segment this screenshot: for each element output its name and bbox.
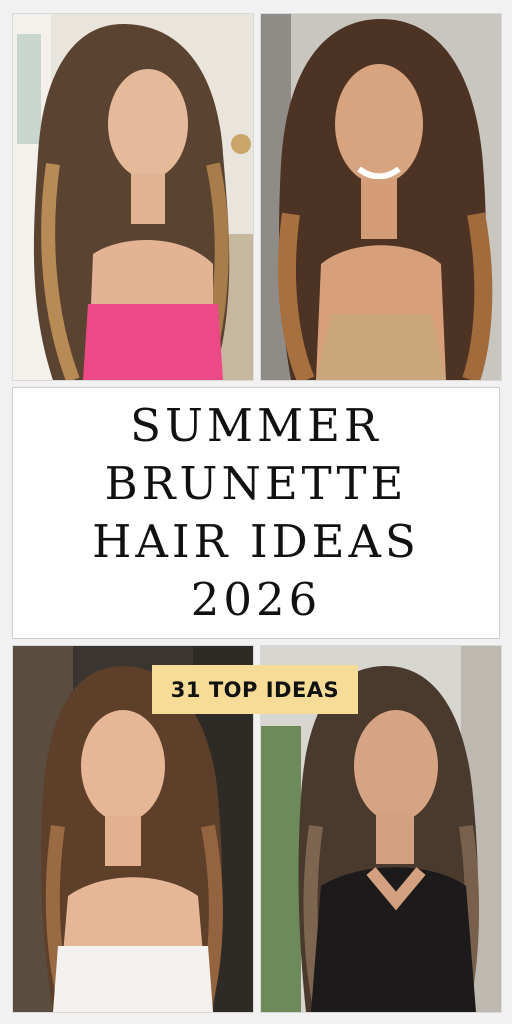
title-line-1: SUMMER [130, 399, 382, 452]
ideas-count-badge: 31 TOP IDEAS [152, 665, 358, 714]
title-line-2: BRUNETTE [104, 457, 408, 510]
photo-top-right [260, 13, 502, 381]
photo-top-right-image [261, 14, 501, 380]
title-card: SUMMER BRUNETTE HAIR IDEAS 2026 [12, 387, 500, 639]
photo-top-left-image [13, 14, 253, 380]
title-line-4: 2026 [190, 573, 322, 626]
title-line-3: HAIR IDEAS [92, 515, 420, 568]
pin-image: SUMMER BRUNETTE HAIR IDEAS 2026 31 TOP I… [0, 0, 512, 1024]
photo-top-left [12, 13, 254, 381]
